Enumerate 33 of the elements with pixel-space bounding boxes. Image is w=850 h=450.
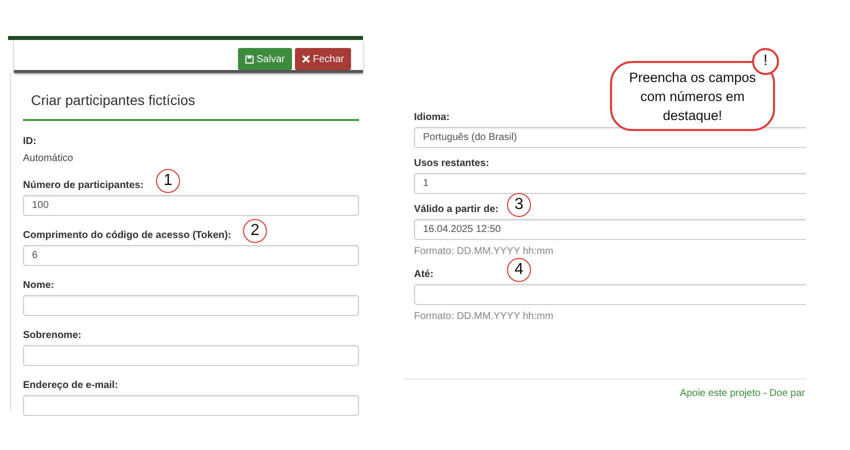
input-field[interactable]: 100 [23,195,359,216]
number-marker: 2 [243,219,267,243]
number-marker: 3 [507,193,531,217]
field-label: Número de participantes: [23,179,144,193]
field-label: Nome: [23,279,54,293]
format-hint: Formato: DD.MM.YYYY hh:mm [414,245,554,259]
input-field[interactable] [23,395,359,416]
close-button[interactable]: Fechar [294,48,351,70]
field-label: Usos restantes: [414,157,490,171]
input-field[interactable]: 16.04.2025 12:50 [414,219,806,240]
field-label: Idioma: [414,111,450,125]
close-icon [302,55,310,63]
input-field[interactable] [23,295,359,316]
format-hint: Formato: DD.MM.YYYY hh:mm [414,310,554,324]
field-label: Comprimento do código de acesso (Token): [23,229,232,243]
field-label: ID: [23,135,36,149]
input-field[interactable] [414,284,806,305]
footer-link[interactable]: Apoie este projeto - Doe par [680,386,805,401]
save-icon [244,54,254,64]
save-button[interactable]: Salvar [238,48,292,70]
input-field[interactable] [23,345,359,366]
field-label: Válido a partir de: [414,203,498,217]
field-value: Automático [23,152,74,166]
input-field[interactable]: 1 [414,173,806,194]
input-field[interactable]: 6 [23,245,359,266]
field-label: Endereço de e-mail: [23,379,118,393]
input-field[interactable]: Português (do Brasil) [414,127,806,148]
alert-marker: ! [752,48,779,75]
number-marker: 4 [507,258,531,282]
number-marker: 1 [156,169,180,193]
field-label: Sobrenome: [23,329,82,343]
form-title: Criar participantes fictícios [23,73,359,121]
field-label: Até: [414,268,434,282]
